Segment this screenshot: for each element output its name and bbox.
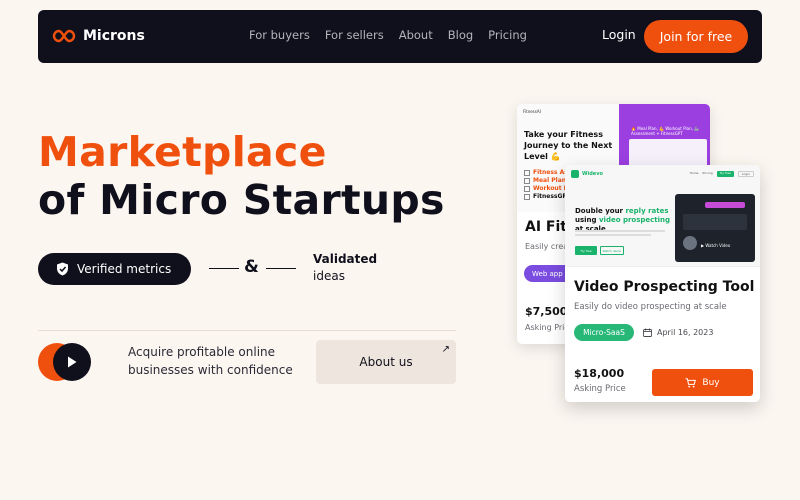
hero-text-highlight: reply rates: [625, 207, 669, 215]
headline-line-2: of Micro Startups: [38, 176, 445, 224]
ideas-text: ideas: [313, 269, 345, 283]
listing-subtitle: Easily do video prospecting at scale: [574, 302, 727, 312]
screenshot-menu-item: Home: [689, 171, 699, 175]
about-us-button[interactable]: About us ↗: [316, 340, 456, 384]
nav-link-pricing[interactable]: Pricing: [488, 28, 527, 42]
category-badge: Micro-SaaS: [574, 324, 634, 341]
nav-link-blog[interactable]: Blog: [448, 28, 473, 42]
screenshot-brand: FitnessAI: [523, 109, 541, 114]
hero-text-part: Double your: [575, 207, 626, 215]
listing-date: April 16, 2023: [643, 328, 713, 337]
hero-text-part: using: [575, 216, 599, 224]
divider-line-right: [266, 268, 296, 269]
join-for-free-button[interactable]: Join for free: [644, 20, 748, 53]
infinity-logo-icon: [52, 29, 76, 43]
screenshot-primary-button: Try free: [575, 246, 597, 255]
screenshot-text-line: [575, 234, 651, 236]
verified-metrics-badge: Verified metrics: [38, 253, 191, 285]
play-icon: [68, 356, 77, 368]
brand-logo[interactable]: Microns: [52, 26, 145, 46]
cart-icon: [685, 377, 697, 387]
login-link[interactable]: Login: [602, 27, 636, 42]
screenshot-text-line: [575, 230, 665, 232]
acquire-description: Acquire profitable online businesses wit…: [128, 345, 293, 377]
listing-screenshot: Widevo Home Pricing Try free Login Doubl…: [565, 165, 760, 267]
verified-metrics-label: Verified metrics: [77, 262, 172, 276]
headline-line-1: Marketplace: [38, 128, 327, 176]
nav-link-for-sellers[interactable]: For sellers: [325, 28, 384, 42]
screenshot-banner-text: 🔥 Meal Plan, 💪 Workout Plan, 🦾 Assessmen…: [631, 126, 700, 136]
screenshot-title: Take your Fitness Journey to the Next Le…: [524, 130, 613, 161]
screenshot-menu-item: Pricing: [702, 171, 713, 175]
ampersand: &: [244, 257, 259, 277]
screenshot-brand: Widevo: [582, 171, 603, 177]
about-us-label: About us: [359, 355, 413, 369]
nav-links: For buyers For sellers About Blog Pricin…: [249, 28, 527, 42]
validated-bold: Validated: [313, 252, 378, 266]
section-divider: [38, 330, 456, 331]
listing-date-text: April 16, 2023: [657, 328, 714, 337]
play-video-button[interactable]: [53, 343, 91, 381]
brand-name: Microns: [83, 28, 145, 44]
divider-line-left: [209, 268, 239, 269]
widevo-logo-icon: [571, 170, 579, 178]
screenshot-menu: Home Pricing Try free Login: [690, 171, 754, 177]
shield-check-icon: [57, 262, 68, 276]
buy-label: Buy: [702, 377, 720, 388]
top-navbar: Microns For buyers For sellers About Blo…: [38, 10, 762, 63]
screenshot-secondary-button: Watch demo: [600, 246, 624, 255]
screenshot-brand-row: Widevo: [571, 170, 603, 178]
calendar-icon: [643, 328, 652, 337]
listing-card-video-prospecting[interactable]: Widevo Home Pricing Try free Login Doubl…: [565, 165, 760, 402]
video-tag: [705, 202, 745, 208]
video-bar: [683, 214, 747, 230]
arrow-up-right-icon: ↗: [441, 344, 450, 355]
listing-price: $7,500: [525, 305, 568, 318]
screenshot-video-preview: ▶ Watch Video: [675, 194, 755, 262]
buy-button[interactable]: Buy: [652, 369, 753, 396]
listing-price: $18,000: [574, 367, 625, 380]
screenshot-menu-item: Try free: [716, 171, 734, 177]
avatar: [683, 236, 697, 250]
listing-title: Video Prospecting Tool: [574, 279, 755, 295]
nav-link-about[interactable]: About: [399, 28, 433, 42]
hero-headline: Marketplace of Micro Startups: [38, 128, 445, 224]
validated-ideas-label: Validated ideas: [313, 251, 377, 285]
asking-price-label: Asking Price: [574, 384, 626, 394]
nav-link-for-buyers[interactable]: For buyers: [249, 28, 310, 42]
video-caption: ▶ Watch Video: [701, 243, 731, 248]
hero-text-highlight: video prospecting: [598, 216, 671, 224]
screenshot-menu-item: Login: [737, 171, 754, 177]
